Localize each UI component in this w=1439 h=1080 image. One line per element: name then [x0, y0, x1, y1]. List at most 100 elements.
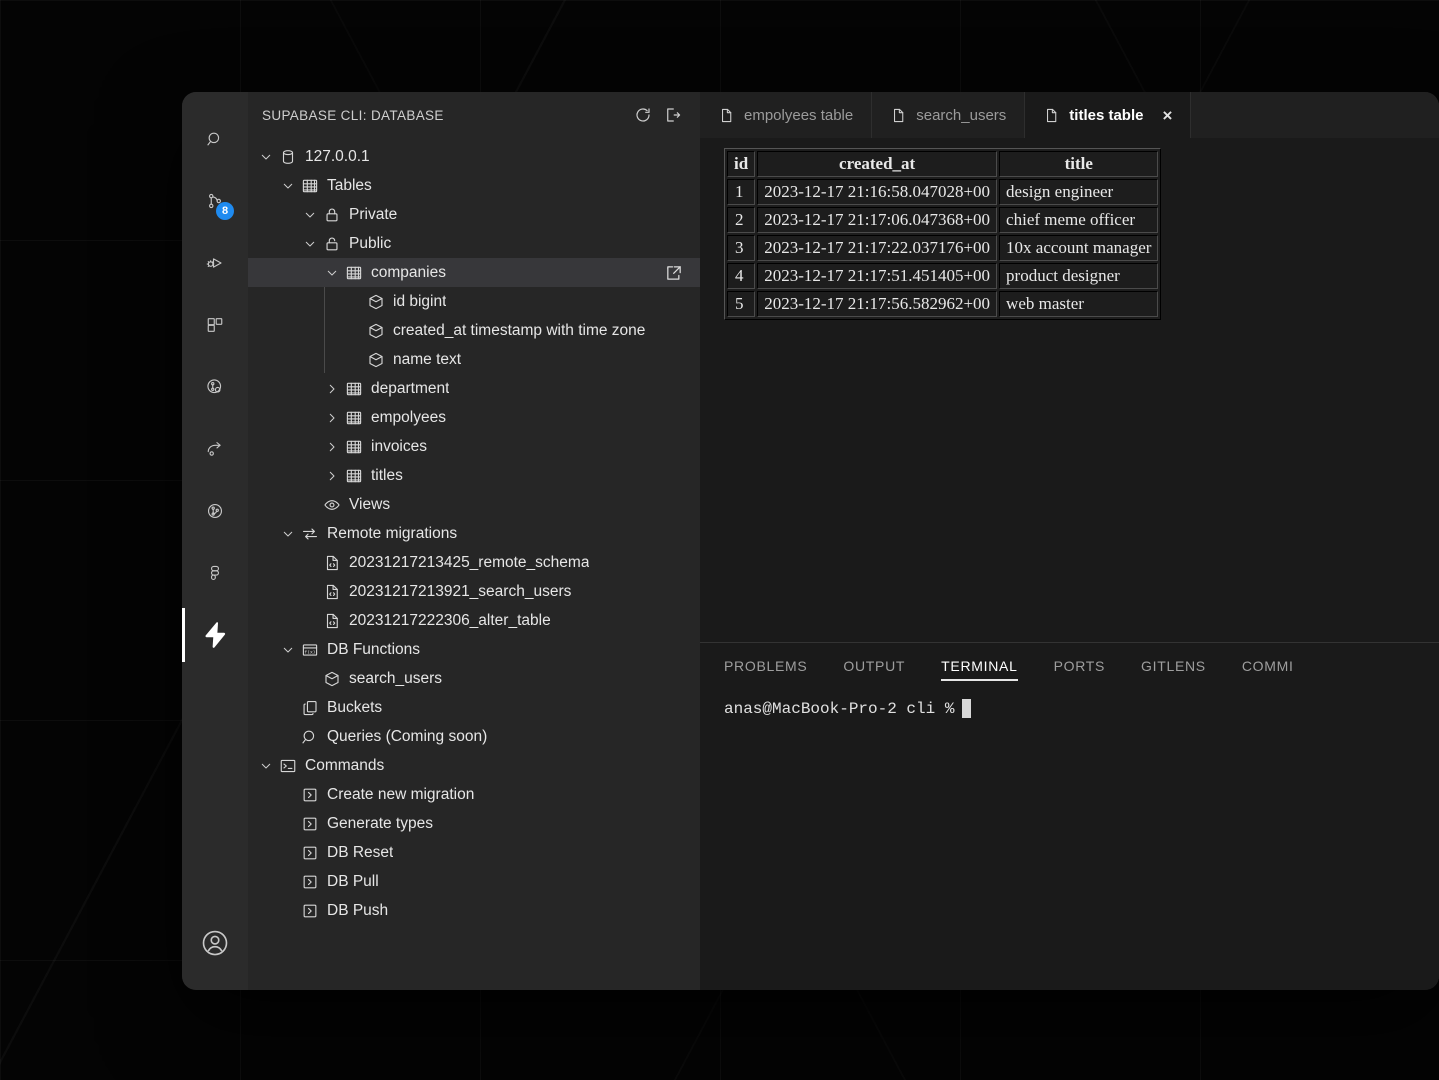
chevron-right-icon[interactable] — [322, 381, 342, 397]
logout-icon[interactable] — [660, 102, 686, 128]
tree-item-generate-types[interactable]: Generate types — [248, 809, 700, 838]
file-code-icon — [320, 612, 344, 630]
terminal-output[interactable]: anas@MacBook-Pro-2 cli % — [700, 689, 1439, 990]
close-icon[interactable]: × — [1162, 107, 1172, 124]
tree-item-queries-coming-soon[interactable]: Queries (Coming soon) — [248, 722, 700, 751]
vscode-window: 8 SUPABASE CLI: DATABASE 127.0.0.1 Table… — [182, 92, 1439, 990]
terminal-cursor — [962, 699, 972, 718]
tree-item-name-text[interactable]: name text — [248, 345, 700, 374]
table-row: 4 2023-12-17 21:17:51.451405+00 product de… — [727, 263, 1159, 289]
chevron-down-icon[interactable] — [322, 265, 342, 281]
function-icon: f(x) — [298, 641, 322, 659]
tree-item-20231217213425-remote-schema[interactable]: 20231217213425_remote_schema — [248, 548, 700, 577]
tree-item-private[interactable]: Private — [248, 200, 700, 229]
tree-item-titles[interactable]: titles — [248, 461, 700, 490]
table-cell: design engineer — [999, 179, 1159, 205]
tree-item-label: Views — [349, 495, 391, 513]
tree-item-remote-migrations[interactable]: Remote migrations — [248, 519, 700, 548]
chevron-down-icon[interactable] — [278, 178, 298, 194]
tree-item-id-bigint[interactable]: id bigint — [248, 287, 700, 316]
tree-item-label: DB Push — [327, 901, 389, 919]
editor-tab-label: empolyees table — [744, 106, 854, 124]
tree-item-create-new-migration[interactable]: Create new migration — [248, 780, 700, 809]
tree-item-label: Buckets — [327, 698, 383, 716]
search-icon[interactable] — [182, 108, 248, 170]
editor-tab-empolyees-table[interactable]: empolyees table — [700, 92, 873, 138]
svg-text:f(x): f(x) — [304, 649, 315, 655]
tree-item-label: Tables — [327, 176, 372, 194]
eye-icon — [320, 496, 344, 514]
panel-tab-ports[interactable]: PORTS — [1054, 643, 1105, 689]
tree-item-label: name text — [393, 350, 462, 368]
chevron-down-icon[interactable] — [278, 642, 298, 658]
panel-tab-commi[interactable]: COMMI — [1242, 643, 1294, 689]
extensions-icon[interactable] — [182, 294, 248, 356]
tree-item-invoices[interactable]: invoices — [248, 432, 700, 461]
figma-icon[interactable] — [182, 542, 248, 604]
refresh-icon[interactable] — [630, 102, 656, 128]
sidebar: SUPABASE CLI: DATABASE 127.0.0.1 Tables Pr… — [248, 92, 700, 990]
account-icon[interactable] — [182, 912, 248, 974]
column-header-id: id — [727, 151, 756, 177]
chevron-down-icon[interactable] — [256, 758, 276, 774]
tree-item-127-0-0-1[interactable]: 127.0.0.1 — [248, 142, 700, 171]
git-graph-icon[interactable] — [182, 356, 248, 418]
chevron-right-icon[interactable] — [322, 439, 342, 455]
table-cell: chief meme officer — [999, 207, 1159, 233]
chevron-right-icon[interactable] — [322, 410, 342, 426]
editor-tab-label: search_users — [916, 106, 1007, 124]
panel-tab-terminal[interactable]: TERMINAL — [941, 643, 1018, 689]
tree-item-20231217222306-alter-table[interactable]: 20231217222306_alter_table — [248, 606, 700, 635]
tree-item-label: invoices — [371, 437, 427, 455]
tree-item-empolyees[interactable]: empolyees — [248, 403, 700, 432]
chevron-down-icon[interactable] — [278, 526, 298, 542]
table-cell: 2023-12-17 21:17:51.451405+00 — [757, 263, 998, 289]
file-code-icon — [320, 554, 344, 572]
file-icon — [1043, 107, 1060, 124]
tree-item-commands[interactable]: Commands — [248, 751, 700, 780]
tree-item-label: department — [371, 379, 450, 397]
gitlens-icon[interactable] — [182, 480, 248, 542]
table-icon — [342, 409, 366, 427]
tree-item-db-functions[interactable]: f(x) DB Functions — [248, 635, 700, 664]
tree-item-buckets[interactable]: Buckets — [248, 693, 700, 722]
tree-item-companies[interactable]: companies — [248, 258, 700, 287]
editor-tab-titles-table[interactable]: titles table × — [1025, 92, 1192, 138]
tree-item-20231217213921-search-users[interactable]: 20231217213921_search_users — [248, 577, 700, 606]
chevron-down-icon[interactable] — [256, 149, 276, 165]
run-icon — [298, 786, 322, 804]
editor-tab-search-users[interactable]: search_users — [872, 92, 1026, 138]
share-icon[interactable] — [182, 418, 248, 480]
tree-item-department[interactable]: department — [248, 374, 700, 403]
tree-item-search-users[interactable]: search_users — [248, 664, 700, 693]
run-and-debug-icon[interactable] — [182, 232, 248, 294]
panel-tab-output[interactable]: OUTPUT — [843, 643, 905, 689]
panel-tab-problems[interactable]: PROBLEMS — [724, 643, 807, 689]
table-icon — [342, 438, 366, 456]
table-icon — [342, 264, 366, 282]
tree-item-created-at-timestamp-with-time-zone[interactable]: created_at timestamp with time zone — [248, 316, 700, 345]
open-external-icon[interactable] — [664, 263, 684, 283]
chevron-down-icon[interactable] — [300, 236, 320, 252]
tree-item-label: empolyees — [371, 408, 446, 426]
tree-item-label: companies — [371, 263, 446, 281]
tree-item-label: DB Functions — [327, 640, 421, 658]
tree-item-public[interactable]: Public — [248, 229, 700, 258]
tree-item-db-reset[interactable]: DB Reset — [248, 838, 700, 867]
table-row: 3 2023-12-17 21:17:22.037176+00 10x accoun… — [727, 235, 1159, 261]
chevron-right-icon[interactable] — [322, 468, 342, 484]
tree-item-db-push[interactable]: DB Push — [248, 896, 700, 925]
chevron-down-icon[interactable] — [300, 207, 320, 223]
source-control-icon[interactable]: 8 — [182, 170, 248, 232]
tree-item-tables[interactable]: Tables — [248, 171, 700, 200]
database-tree[interactable]: 127.0.0.1 Tables Private Public companies id … — [248, 138, 700, 990]
unlock-icon — [320, 235, 344, 253]
table-cell: web master — [999, 291, 1159, 317]
table-cell: product designer — [999, 263, 1159, 289]
tree-item-views[interactable]: Views — [248, 490, 700, 519]
supabase-icon[interactable] — [182, 604, 248, 666]
tree-item-label: 20231217222306_alter_table — [349, 611, 551, 629]
panel-tab-gitlens[interactable]: GITLENS — [1141, 643, 1206, 689]
tree-item-db-pull[interactable]: DB Pull — [248, 867, 700, 896]
bottom-panel: PROBLEMS OUTPUT TERMINAL PORTS GITLENS COMMI … — [700, 642, 1439, 990]
